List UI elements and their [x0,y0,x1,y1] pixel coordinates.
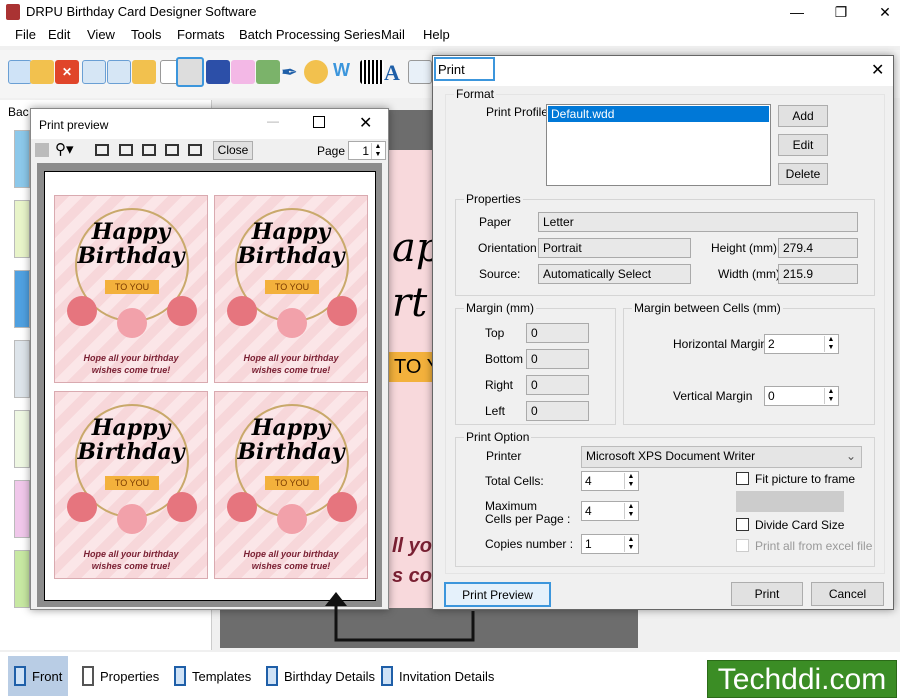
watermark-logo: Techddi.com [707,660,897,698]
tab-label: Front [32,668,63,684]
tab-properties[interactable]: Properties [76,656,165,696]
tab-label: Birthday Details [284,668,376,684]
tab-label: Properties [100,668,160,684]
flow-arrow [325,592,475,642]
tab-birthday-details[interactable]: Birthday Details [260,656,381,696]
details-icon [381,666,393,686]
tab-templates[interactable]: Templates [168,656,257,696]
templates-icon [174,666,186,686]
front-icon [14,666,26,686]
tab-label: Invitation Details [399,668,495,684]
details-icon [266,666,278,686]
tab-invitation-details[interactable]: Invitation Details [375,656,500,696]
tab-front[interactable]: Front [8,656,69,696]
tab-label: Templates [192,668,252,684]
properties-icon [82,666,94,686]
